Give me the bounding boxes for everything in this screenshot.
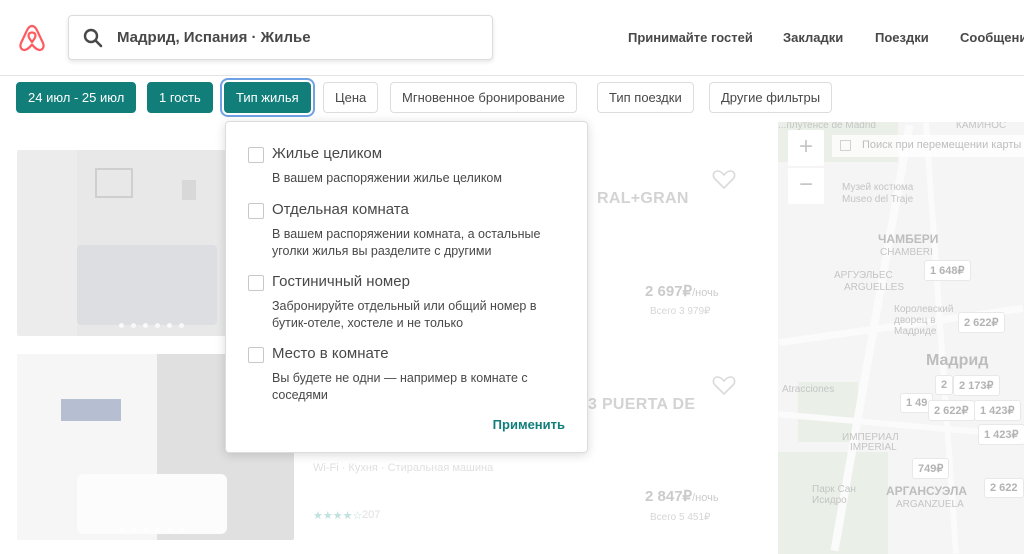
option-description: В вашем распоряжении жилье целиком (272, 171, 502, 185)
option-title: Место в комнате (272, 345, 389, 362)
search-bar[interactable]: Мадрид, Испания · Жилье (68, 15, 493, 60)
checkbox-entire-home[interactable] (248, 147, 264, 163)
filter-guests-button[interactable]: 1 гость (147, 82, 213, 113)
option-title: Жилье целиком (272, 145, 383, 162)
filter-price-button[interactable]: Цена (323, 82, 379, 113)
search-icon (83, 28, 103, 48)
apply-button[interactable]: Применить (493, 417, 565, 432)
option-description: Вы будете не одни — например в комнате с… (272, 371, 528, 402)
option-description: В вашем распоряжении комната, а остальны… (272, 227, 541, 258)
option-title: Гостиничный номер (272, 273, 410, 290)
top-header: Мадрид, Испания · Жилье Принимайте госте… (0, 0, 1024, 76)
checkbox-private-room[interactable] (248, 203, 264, 219)
option-title: Отдельная комната (272, 201, 409, 218)
nav-saved[interactable]: Закладки (783, 30, 843, 45)
search-input[interactable]: Мадрид, Испания · Жилье (117, 29, 311, 46)
filter-instant-book-button[interactable]: Мгновенное бронирование (390, 82, 577, 113)
nav-trips[interactable]: Поездки (875, 30, 929, 45)
airbnb-logo-icon[interactable] (16, 22, 48, 54)
filter-more-button[interactable]: Другие фильтры (709, 82, 833, 113)
filter-trip-type-button[interactable]: Тип поездки (597, 82, 694, 113)
filter-home-type-button[interactable]: Тип жилья (224, 82, 311, 113)
option-description: Забронируйте отдельный или общий номер в… (272, 299, 537, 330)
nav-host[interactable]: Принимайте гостей (628, 30, 753, 45)
filter-dates-button[interactable]: 24 июл - 25 июл (16, 82, 137, 113)
home-type-dropdown: Жилье целиком В вашем распоряжении жилье… (225, 121, 588, 453)
checkbox-hotel-room[interactable] (248, 275, 264, 291)
nav-messages[interactable]: Сообщения (960, 30, 1024, 45)
checkbox-shared-room[interactable] (248, 347, 264, 363)
